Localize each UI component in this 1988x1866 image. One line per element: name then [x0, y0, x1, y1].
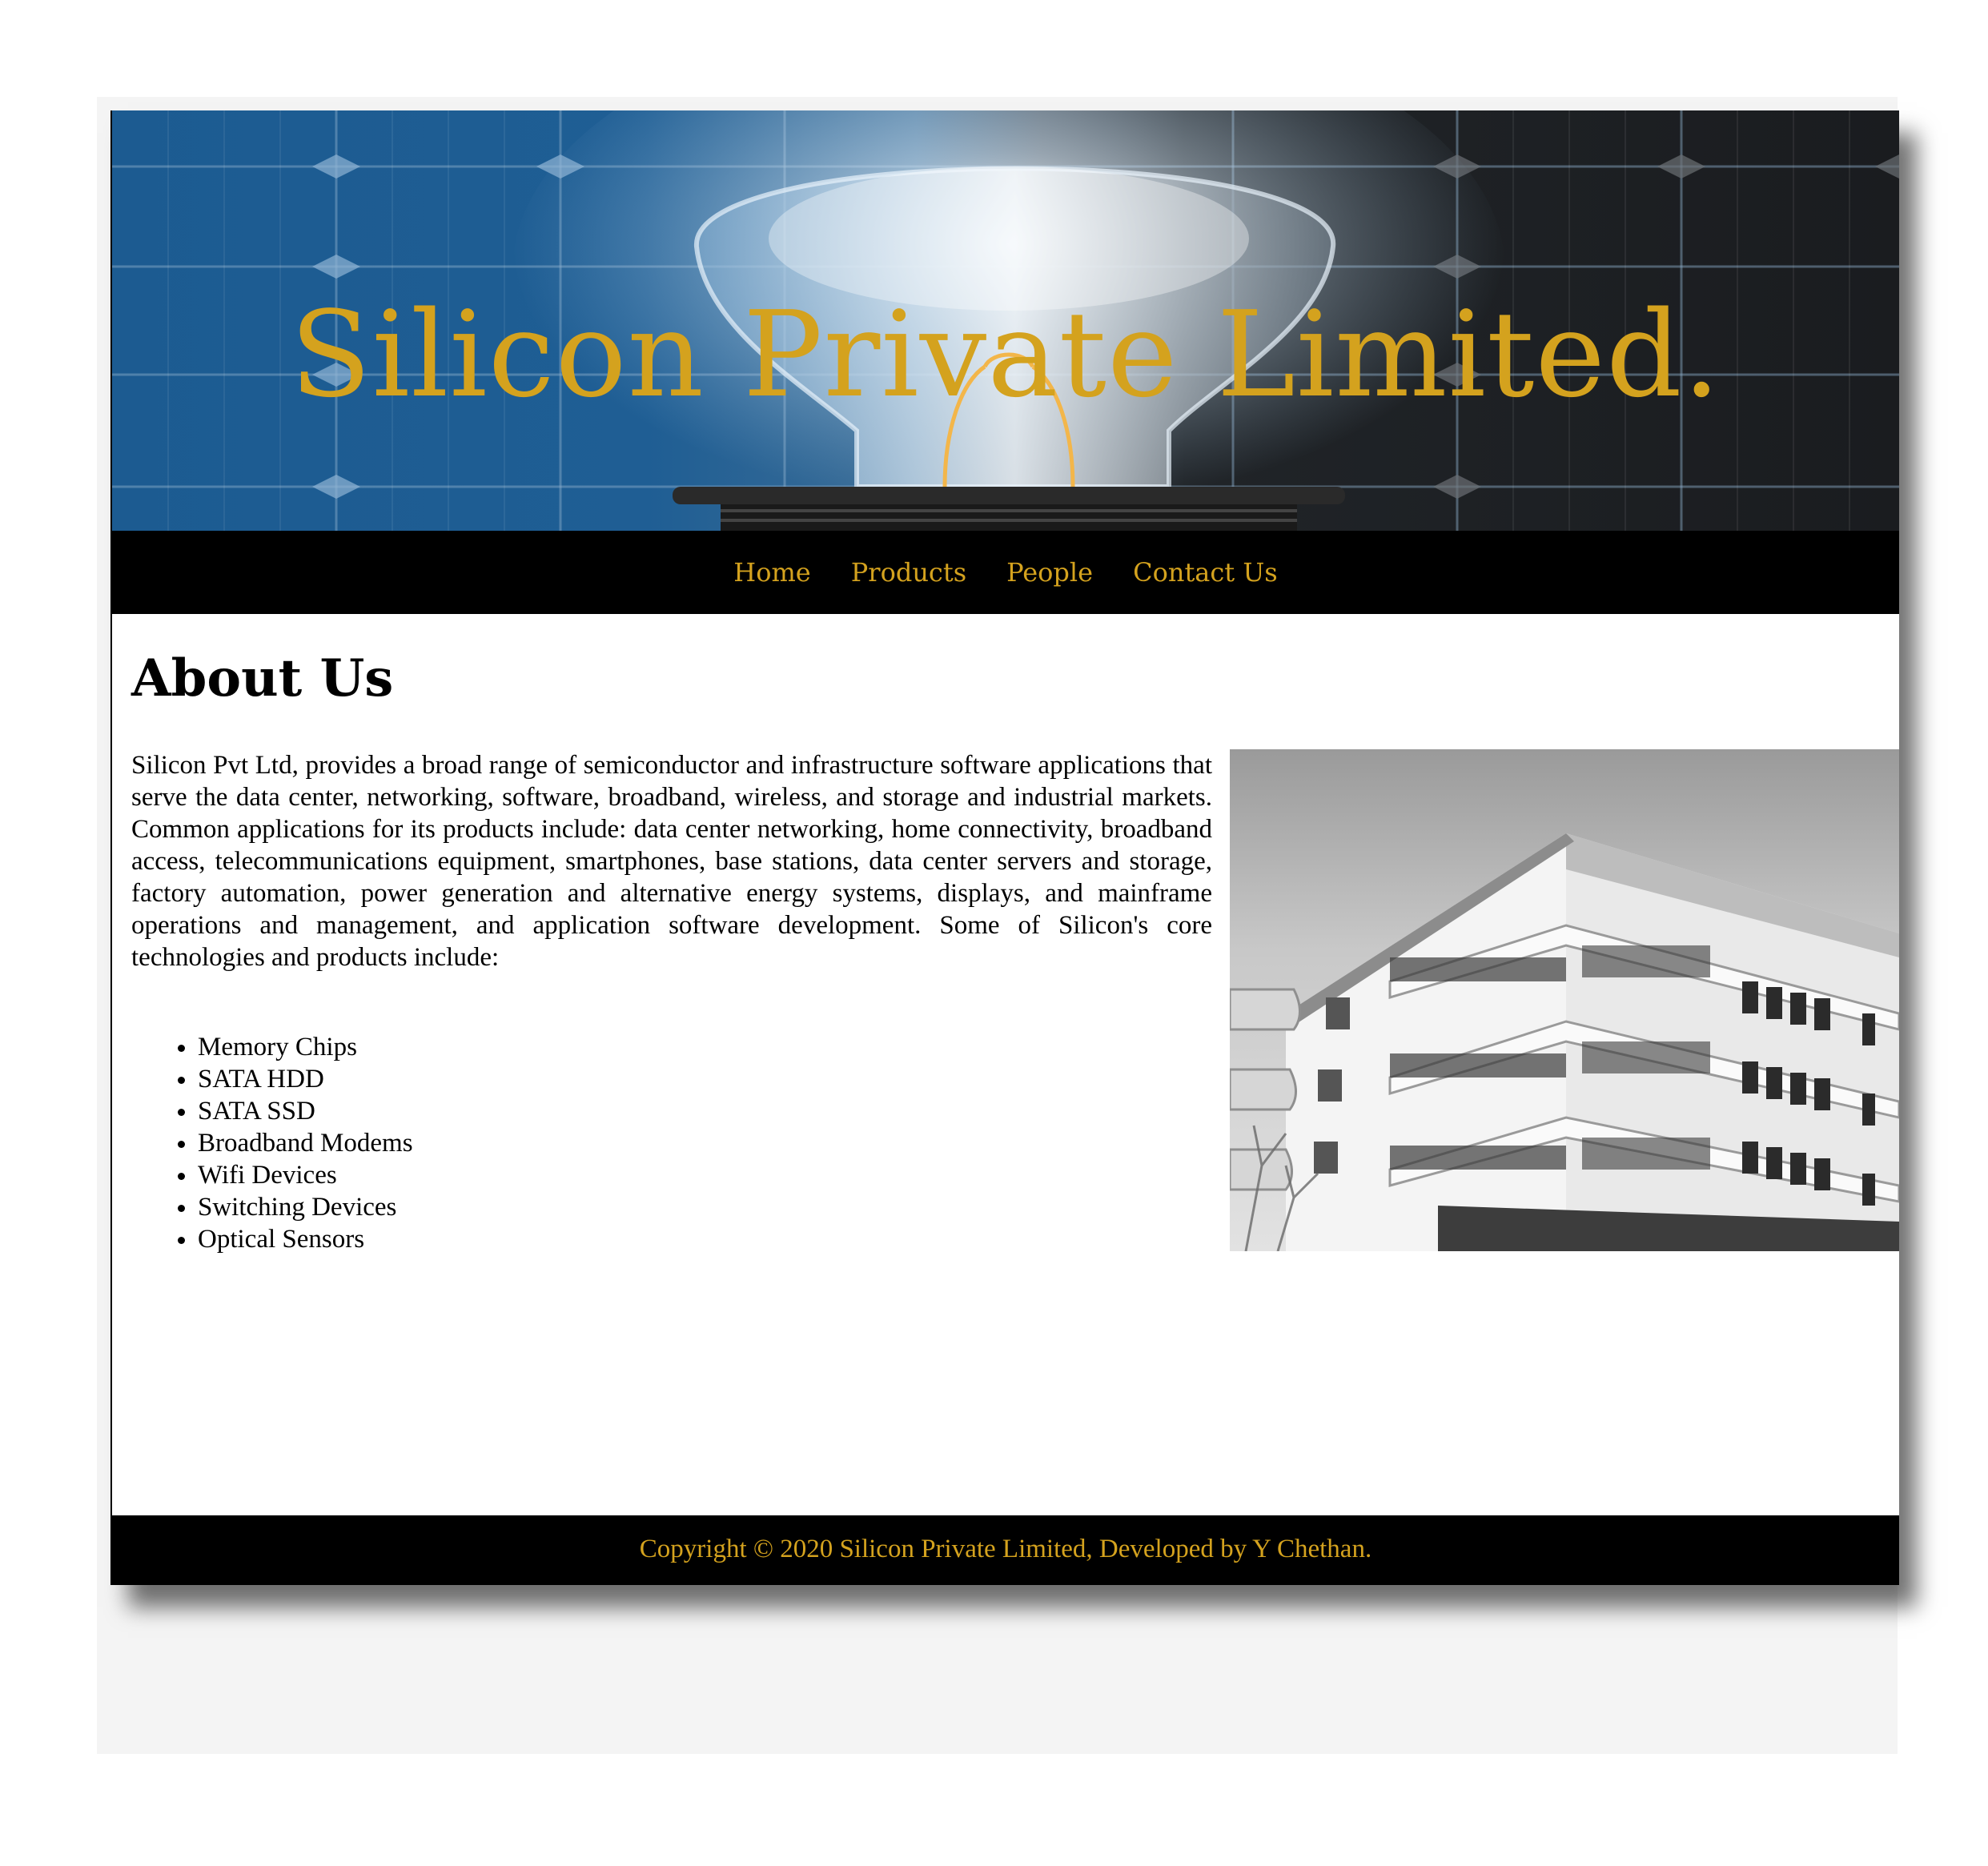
- products-list: Memory Chips SATA HDD SATA SSD Broadband…: [131, 1031, 413, 1255]
- nav-link-home[interactable]: Home: [733, 531, 810, 614]
- list-item: Memory Chips: [198, 1031, 413, 1063]
- list-item: Switching Devices: [198, 1191, 413, 1223]
- copyright-text: Copyright © 2020 Silicon Private Limited…: [639, 1535, 1372, 1563]
- about-heading: About Us: [131, 648, 394, 708]
- office-building-image: [1230, 749, 1899, 1251]
- nav-link-people[interactable]: People: [1006, 531, 1093, 614]
- site-title: Silicon Private Limited.: [290, 286, 1721, 423]
- list-item: SATA HDD: [198, 1063, 413, 1095]
- list-item: Broadband Modems: [198, 1127, 413, 1159]
- header-banner: Silicon Private Limited.: [112, 110, 1899, 531]
- nav-link-products[interactable]: Products: [851, 531, 966, 614]
- about-intro-paragraph: Silicon Pvt Ltd, provides a broad range …: [131, 751, 1212, 972]
- site-footer: Copyright © 2020 Silicon Private Limited…: [112, 1515, 1899, 1583]
- nav-link-contact-us[interactable]: Contact Us: [1133, 531, 1278, 614]
- list-item: Wifi Devices: [198, 1159, 413, 1191]
- list-item: Optical Sensors: [198, 1223, 413, 1255]
- list-item: SATA SSD: [198, 1095, 413, 1127]
- main-nav: Home Products People Contact Us: [112, 531, 1899, 614]
- site-container: Silicon Private Limited. Home Products P…: [110, 110, 1899, 1585]
